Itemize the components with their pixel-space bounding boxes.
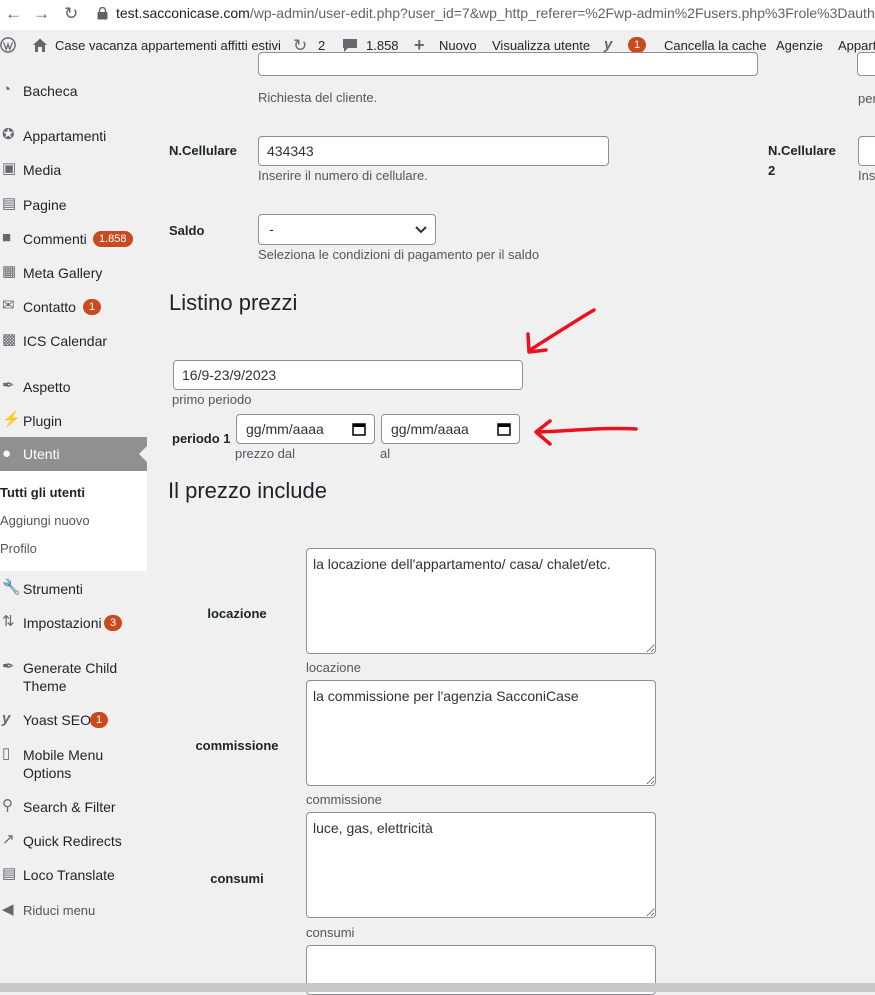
al-date-input[interactable]: gg/mm/aaaa: [381, 414, 520, 444]
agenzie-link[interactable]: Agenzie: [776, 38, 823, 53]
collapse-icon: ◀: [2, 901, 14, 918]
commissione-desc: commissione: [306, 792, 382, 807]
cellulare-input[interactable]: [258, 136, 609, 166]
saldo-selected-value: -: [269, 221, 274, 237]
periodo1-label: periodo 1: [172, 431, 231, 446]
dashboard-icon: ◔: [2, 81, 12, 98]
new-content-link[interactable]: Nuovo: [439, 38, 477, 53]
richiesta-textarea[interactable]: [258, 52, 758, 76]
settings-icon: ⇅: [2, 613, 15, 630]
commissione-textarea[interactable]: la commissione per l'agenzia SacconiCase: [306, 680, 656, 786]
impostazioni-badge: 3: [104, 615, 123, 631]
reload-icon[interactable]: ↻: [64, 4, 78, 24]
gallery-icon: ▦: [2, 263, 17, 280]
richiesta-desc: Richiesta del cliente.: [258, 90, 378, 105]
comments-badge: 1.858: [93, 231, 133, 247]
comment-icon: ■: [2, 229, 12, 246]
submenu-profilo[interactable]: Profilo: [0, 541, 37, 556]
primo-periodo-input[interactable]: [173, 360, 523, 390]
brush-icon: ✒: [2, 658, 15, 675]
cellulare2-desc: Ins: [858, 168, 875, 183]
prezzo-include-heading: Il prezzo include: [168, 478, 327, 503]
submenu-tutti-gli-utenti[interactable]: Tutti gli utenti: [0, 485, 85, 500]
red-annotation-arrow-icon: [534, 419, 638, 446]
comment-bubble-icon[interactable]: [342, 38, 358, 53]
right-partial-input[interactable]: [857, 52, 875, 76]
cellulare2-input[interactable]: [858, 136, 875, 166]
chevron-down-icon: [415, 226, 427, 234]
redirect-icon: ↗: [2, 831, 15, 848]
red-annotation-arrow-icon: [526, 308, 596, 354]
listino-prezzi-heading: Listino prezzi: [169, 290, 298, 315]
main-content: Richiesta del cliente. per N.Cellulare I…: [147, 52, 875, 995]
yoast-notification-badge[interactable]: 1: [628, 37, 647, 53]
primo-periodo-desc: primo periodo: [172, 392, 252, 407]
updates-count[interactable]: 2: [318, 38, 325, 53]
wrench-icon: 🔧: [2, 579, 21, 596]
calendar-icon[interactable]: [497, 422, 511, 436]
date-placeholder: gg/mm/aaaa: [246, 421, 324, 437]
view-user-link[interactable]: Visualizza utente: [492, 38, 590, 53]
cellulare-label: N.Cellulare: [169, 143, 237, 158]
cellulare2-label: N.Cellulare: [768, 143, 836, 158]
consumi-desc: consumi: [306, 925, 355, 940]
appartamenti-link[interactable]: Appart: [838, 38, 875, 53]
saldo-label: Saldo: [169, 223, 205, 238]
pin-icon: ✪: [2, 126, 15, 143]
prezzo-dal-date-input[interactable]: gg/mm/aaaa: [236, 414, 375, 444]
locazione-label: locazione: [207, 606, 267, 621]
site-name-link[interactable]: Case vacanza appartementi affitti estivi: [55, 38, 281, 53]
consumi-textarea[interactable]: luce, gas, elettricità: [306, 812, 656, 918]
search-icon: ⚲: [2, 797, 13, 814]
al-desc: al: [380, 446, 391, 461]
media-icon: ▣: [2, 160, 17, 177]
page-icon: ▤: [2, 195, 17, 212]
saldo-select[interactable]: -: [258, 214, 436, 245]
forward-arrow-icon[interactable]: →: [33, 4, 50, 24]
plugin-icon: ⚡: [2, 411, 21, 428]
horizontal-scrollbar[interactable]: [0, 983, 875, 992]
wordpress-logo-icon[interactable]: [0, 36, 16, 54]
contatto-badge: 1: [83, 299, 102, 315]
translate-icon: ▤: [2, 865, 17, 882]
submenu-aggiungi-nuovo[interactable]: Aggiungi nuovo: [0, 513, 90, 528]
right-partial-desc: per: [858, 91, 875, 106]
back-arrow-icon[interactable]: ←: [5, 4, 22, 24]
cellulare-desc: Inserire il numero di cellulare.: [258, 168, 428, 183]
mobile-icon: ▯: [2, 745, 11, 762]
yoast-icon: y: [2, 710, 11, 727]
address-field[interactable]: test.sacconicase.com/wp-admin/user-edit.…: [116, 5, 875, 21]
clear-cache-link[interactable]: Cancella la cache: [664, 38, 767, 53]
prezzo-dal-desc: prezzo dal: [235, 446, 295, 461]
home-icon[interactable]: [32, 37, 48, 53]
lock-icon[interactable]: [97, 7, 108, 20]
yoast-badge: 1: [90, 712, 109, 728]
locazione-textarea[interactable]: la locazione dell'appartamento/ casa/ ch…: [306, 548, 656, 654]
calendar-icon[interactable]: [352, 422, 366, 436]
date-placeholder: gg/mm/aaaa: [391, 421, 469, 437]
mail-icon: ✉: [2, 297, 15, 314]
yoast-icon[interactable]: y: [604, 36, 612, 53]
user-icon: ●: [2, 445, 12, 462]
users-submenu: Tutti gli utenti Aggiungi nuovo Profilo: [0, 471, 147, 571]
consumi-label: consumi: [210, 871, 264, 886]
locazione-desc: locazione: [306, 660, 361, 675]
commissione-label: commissione: [195, 738, 279, 753]
browser-url-bar: ← → ↻ test.sacconicase.com/wp-admin/user…: [0, 0, 875, 31]
saldo-desc: Seleziona le condizioni di pagamento per…: [258, 247, 540, 262]
comments-count[interactable]: 1.858: [366, 38, 399, 53]
cellulare2-label-num: 2: [768, 163, 776, 178]
calendar-icon: ▩: [2, 331, 17, 348]
menu-item-utenti[interactable]: ● Utenti: [0, 437, 147, 471]
brush-icon: ✒: [2, 377, 15, 394]
